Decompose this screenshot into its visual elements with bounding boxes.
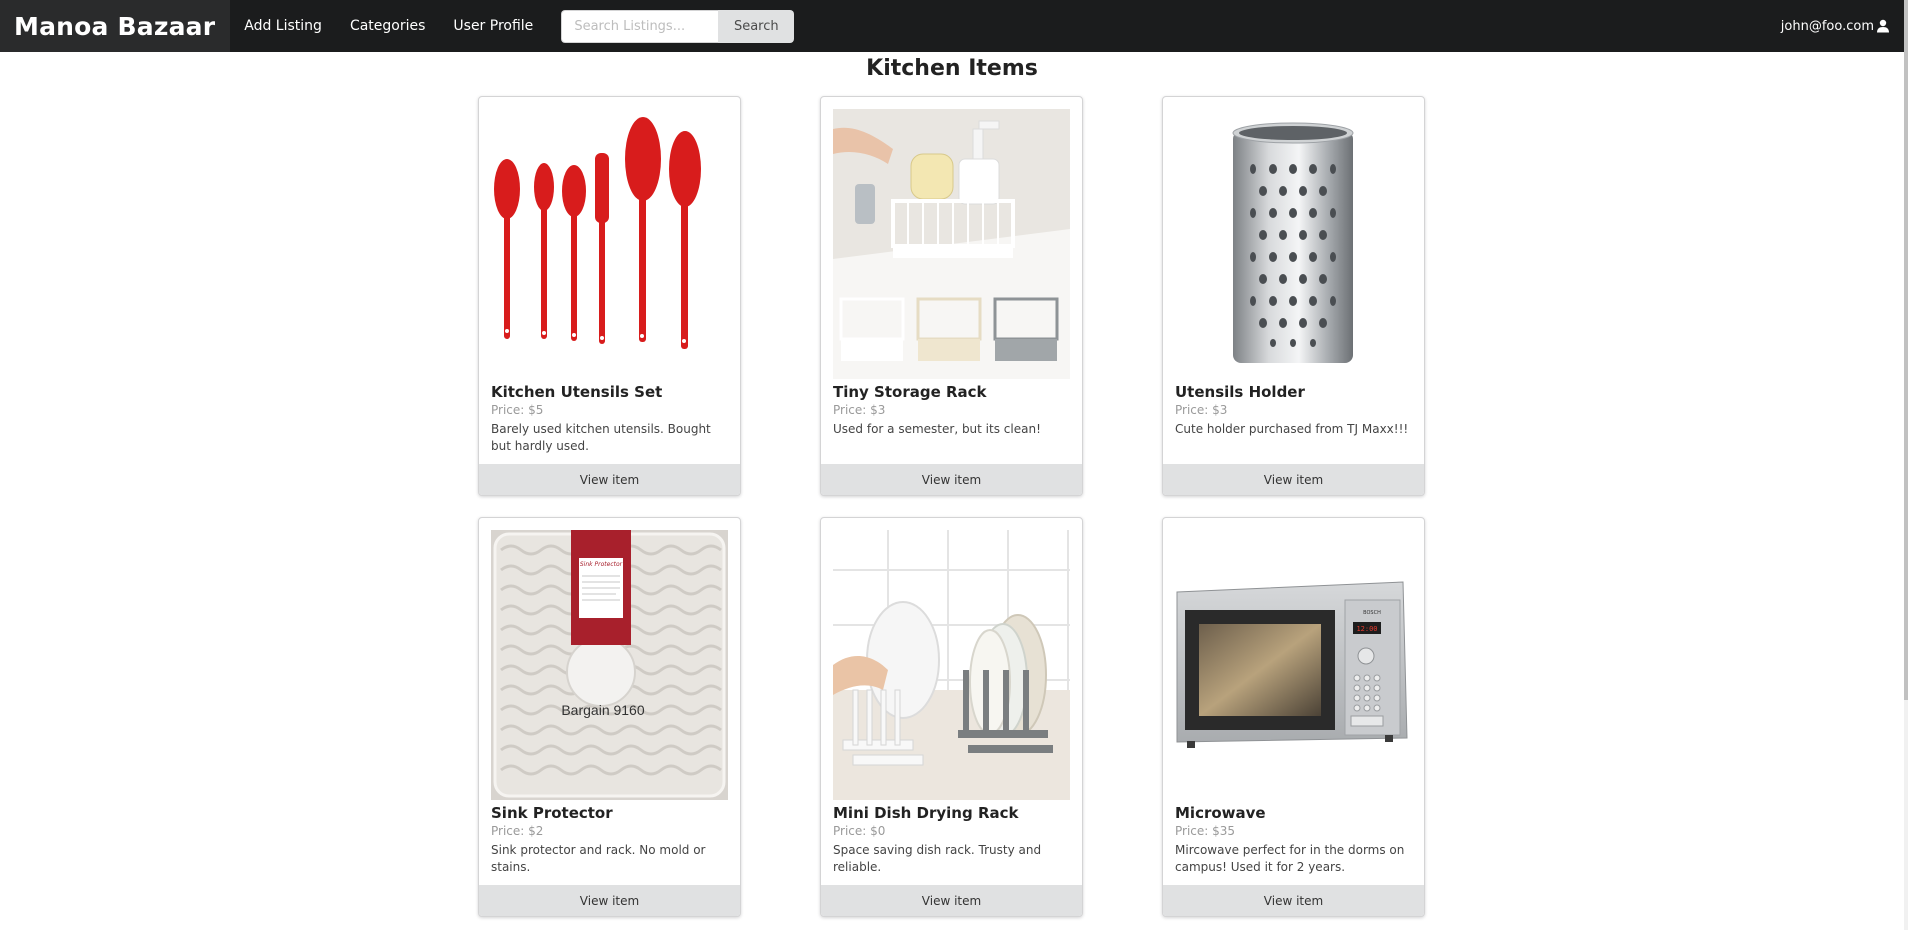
microwave-display: 12:00	[1356, 625, 1377, 633]
item-description: Sink protector and rack. No mold or stai…	[491, 843, 706, 874]
item-description: Cute holder purchased from TJ Maxx!!!	[1175, 422, 1409, 436]
view-item-button[interactable]: View item	[1163, 885, 1424, 916]
item-title: Kitchen Utensils Set	[491, 383, 663, 401]
search-bar: Search	[561, 9, 795, 43]
nav-user-profile[interactable]: User Profile	[439, 0, 547, 52]
barcode-label: Bargain 9160	[561, 702, 645, 718]
view-item-button[interactable]: View item	[1163, 464, 1424, 495]
item-price: Price: $5	[491, 403, 544, 417]
item-card: Utensils Holder Price: $3 Cute holder pu…	[1162, 96, 1425, 496]
item-description: Barely used kitchen utensils. Bought but…	[491, 422, 711, 453]
item-description: Space saving dish rack. Trusty and relia…	[833, 843, 1042, 874]
nav-categories[interactable]: Categories	[336, 0, 439, 52]
item-title: Mini Dish Drying Rack	[833, 804, 1019, 822]
item-image-utensils-set	[491, 109, 728, 379]
view-item-button[interactable]: View item	[479, 464, 740, 495]
item-card: Tiny Storage Rack Price: $3 Used for a s…	[820, 96, 1083, 496]
item-card-grid: Kitchen Utensils Set Price: $5 Barely us…	[478, 96, 1425, 917]
item-title: Utensils Holder	[1175, 383, 1305, 401]
brand-logo-link[interactable]: Manoa Bazaar	[0, 0, 231, 52]
item-card: Kitchen Utensils Set Price: $5 Barely us…	[478, 96, 741, 496]
top-navbar: Manoa Bazaar Add Listing Categories User…	[0, 0, 1904, 52]
view-item-button[interactable]: View item	[821, 885, 1082, 916]
nav-add-listing[interactable]: Add Listing	[230, 0, 336, 52]
user-email: john@foo.com	[1780, 18, 1874, 34]
item-image-storage-rack	[833, 109, 1070, 379]
item-price: Price: $2	[491, 824, 544, 838]
sink-tag-label: Sink Protector	[580, 561, 623, 568]
item-card: Sink Protector Bargain 9160 Sink Protect…	[478, 517, 741, 917]
item-image-dish-rack	[833, 530, 1070, 800]
item-card: Mini Dish Drying Rack Price: $0 Space sa…	[820, 517, 1083, 917]
search-button[interactable]: Search	[718, 9, 795, 43]
item-description: Used for a semester, but its clean!	[833, 422, 1041, 436]
item-description: Mircowave perfect for in the dorms on ca…	[1175, 843, 1405, 874]
item-card: BOSCH 12:00 Microwave Price: $35 Mircowa…	[1162, 517, 1425, 917]
page-title: Kitchen Items	[866, 56, 1038, 81]
view-item-button[interactable]: View item	[479, 885, 740, 916]
item-image-utensils-holder	[1175, 109, 1412, 379]
item-title: Sink Protector	[491, 804, 613, 822]
user-icon	[1876, 19, 1890, 33]
item-image-microwave: BOSCH 12:00	[1175, 530, 1412, 800]
item-title: Tiny Storage Rack	[833, 383, 987, 401]
item-title: Microwave	[1175, 804, 1266, 822]
item-price: Price: $3	[1175, 403, 1228, 417]
item-price: Price: $35	[1175, 824, 1236, 838]
user-menu[interactable]: john@foo.com	[1781, 19, 1890, 34]
search-input[interactable]	[561, 9, 719, 43]
item-price: Price: $3	[833, 403, 886, 417]
microwave-brand-label: BOSCH	[1363, 610, 1381, 616]
item-image-sink-protector: Sink Protector Bargain 9160	[491, 530, 728, 800]
view-item-button[interactable]: View item	[821, 464, 1082, 495]
item-price: Price: $0	[833, 824, 886, 838]
page-scrollbar-thumb[interactable]	[1904, 0, 1908, 700]
